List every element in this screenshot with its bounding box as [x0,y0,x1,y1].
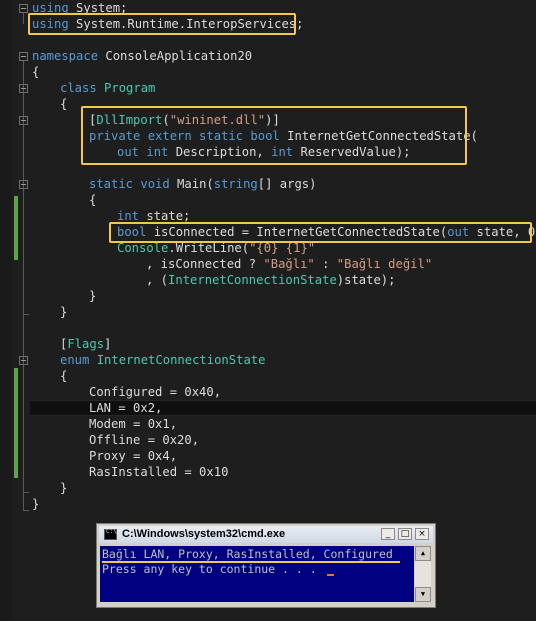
editor-gutter [0,0,12,621]
call-highlight-box [109,222,532,243]
code-line-20: enum InternetConnectionState [60,353,266,367]
code-line-4: { [32,65,40,79]
code-line-26: Proxy = 0x4, [89,449,178,463]
scroll-up-icon[interactable]: ▲ [415,546,431,561]
collapse-icon[interactable] [19,116,28,125]
code-line-23: LAN = 0x2, [89,401,163,415]
fold-guide [23,492,29,493]
code-line-22: Configured = 0x40, [89,385,222,399]
maximize-button[interactable]: □ [398,528,412,540]
code-line-3: namespace ConsoleApplication20 [32,49,253,63]
vertical-scrollbar[interactable]: ▲ ▼ [415,546,431,602]
code-line-24: Modem = 0x1, [89,417,178,431]
close-button[interactable]: × [415,528,429,540]
scroll-down-icon[interactable]: ▼ [415,587,431,602]
fold-guide [23,61,24,510]
using-highlight-box [28,13,296,35]
change-marker [14,196,18,260]
code-line-17: } [89,289,97,303]
console-output-line-1: Bağlı LAN, Proxy, RasInstalled, Configur… [102,547,393,561]
code-line-28: } [60,481,68,495]
cmd-window[interactable]: C:\Windows\system32\cmd.exe _ □ × Bağlı … [96,523,436,608]
console-output-line-2: Press any key to continue . . . [102,562,324,576]
collapse-icon[interactable] [19,84,28,93]
change-marker [14,368,18,478]
code-line-10: static void Main(string[] args) [89,177,317,191]
code-line-29: } [32,497,40,511]
collapse-icon[interactable] [19,180,28,189]
code-line-5: class Program [60,81,156,95]
code-line-11: { [89,193,97,207]
fold-guide [23,12,24,24]
console-output[interactable]: Bağlı LAN, Proxy, RasInstalled, Configur… [100,546,414,602]
code-line-16: , (InternetConnectionState)state); [146,273,396,287]
code-line-25: Offline = 0x20, [89,433,200,447]
fold-guide [23,314,29,315]
cmd-title: C:\Windows\system32\cmd.exe [122,528,286,540]
text-cursor [327,574,334,576]
code-line-15: , isConnected ? "Bağlı" : "Bağlı değil" [146,257,433,271]
minimize-button[interactable]: _ [381,528,395,540]
code-line-6: { [60,97,68,111]
collapse-icon[interactable] [19,4,28,13]
fold-guide [23,510,29,511]
collapse-icon[interactable] [19,356,28,365]
code-line-21: { [60,369,68,383]
code-line-27: RasInstalled = 0x10 [89,465,229,479]
cmd-icon [104,528,117,540]
cmd-title-bar[interactable]: C:\Windows\system32\cmd.exe _ □ × [99,526,433,543]
code-line-18: } [60,305,68,319]
collapse-icon[interactable] [19,52,28,61]
dllimport-highlight-box [81,106,467,165]
code-line-19: [Flags] [60,337,112,351]
